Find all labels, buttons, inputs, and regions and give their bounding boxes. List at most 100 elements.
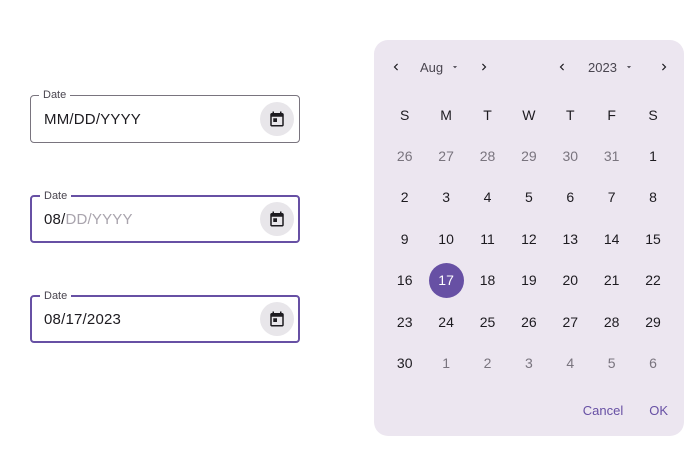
open-calendar-button[interactable]	[260, 202, 294, 236]
day-cell[interactable]: 2	[467, 342, 508, 383]
date-field-placeholder: MM/DD/YYYY	[44, 110, 142, 128]
day-number: 30	[396, 355, 413, 372]
day-cell[interactable]: 29	[632, 301, 673, 342]
day-number: 27	[562, 313, 579, 330]
day-cell[interactable]: 4	[467, 177, 508, 218]
next-year-button[interactable]	[652, 54, 676, 80]
day-cell[interactable]: 28	[591, 301, 632, 342]
day-cell[interactable]: 26	[508, 301, 549, 342]
weekday-header: W	[522, 106, 536, 123]
date-field-filled[interactable]: Date 08/17/2023	[30, 289, 300, 343]
date-field-partial[interactable]: Date 08/DD/YYYY	[30, 189, 300, 243]
day-number: 4	[483, 189, 492, 206]
day-number: 28	[479, 148, 496, 165]
day-cell[interactable]: 6	[550, 177, 591, 218]
month-label: Aug	[420, 59, 444, 75]
day-cell[interactable]: 1	[425, 342, 466, 383]
day-cell[interactable]: 11	[467, 218, 508, 259]
day-cell[interactable]: 12	[508, 218, 549, 259]
day-cell[interactable]: 15	[632, 218, 673, 259]
day-cell[interactable]: 5	[508, 177, 549, 218]
day-number: 29	[645, 313, 661, 330]
day-number: 28	[603, 313, 620, 330]
day-number: 26	[521, 313, 537, 330]
day-cell[interactable]: 27	[425, 135, 466, 176]
day-cell[interactable]: 5	[591, 342, 632, 383]
day-number: 26	[396, 148, 413, 165]
date-field-typed-text: 08/17/2023	[44, 310, 122, 328]
day-cell-selected[interactable]: 17	[425, 260, 466, 301]
day-cell[interactable]: 31	[591, 135, 632, 176]
day-cell[interactable]: 4	[550, 342, 591, 383]
ok-button[interactable]: OK	[647, 399, 670, 422]
day-cell[interactable]: 6	[632, 342, 673, 383]
year-select[interactable]: 2023	[582, 54, 640, 80]
day-number: 24	[438, 313, 454, 330]
prev-year-button[interactable]	[550, 54, 574, 80]
weekday-header: T	[483, 106, 492, 123]
day-number: 20	[562, 272, 579, 289]
day-number: 3	[524, 355, 533, 372]
day-cell[interactable]: 27	[550, 301, 591, 342]
day-cell[interactable]: 14	[591, 218, 632, 259]
day-number: 22	[645, 272, 661, 289]
day-cell[interactable]: 21	[591, 260, 632, 301]
date-field-value[interactable]: 08/DD/YYYY	[44, 197, 133, 241]
day-number: 1	[442, 355, 450, 372]
calendar-icon	[270, 211, 284, 227]
day-number: 1	[649, 148, 657, 165]
calendar-grid: S M T W T F S 26 27 28 29 30 31 1 2 3 4 5 6 7 8 9 10 11 12 13 14 15…	[384, 94, 674, 384]
day-cell[interactable]: 3	[508, 342, 549, 383]
month-select[interactable]: Aug	[414, 54, 466, 80]
day-cell[interactable]: 1	[632, 135, 673, 176]
date-field-value[interactable]: 08/17/2023	[44, 297, 121, 341]
weekday-header: S	[400, 106, 410, 123]
day-cell[interactable]: 16	[384, 260, 425, 301]
day-cell[interactable]: 7	[591, 177, 632, 218]
day-cell[interactable]: 20	[550, 260, 591, 301]
day-number: 30	[562, 148, 579, 165]
day-cell[interactable]: 28	[467, 135, 508, 176]
day-number: 23	[396, 313, 413, 330]
day-number: 9	[400, 230, 409, 247]
open-calendar-button[interactable]	[260, 102, 294, 136]
day-number: 2	[400, 189, 409, 206]
cancel-button[interactable]: Cancel	[581, 399, 625, 422]
day-cell[interactable]: 13	[550, 218, 591, 259]
dialog-actions: Cancel OK	[581, 399, 670, 422]
day-cell[interactable]: 24	[425, 301, 466, 342]
weekday-header: T	[565, 106, 575, 123]
day-cell[interactable]: 22	[632, 260, 673, 301]
day-cell[interactable]: 30	[550, 135, 591, 176]
date-picker-dialog: Aug 2023 S M T W T F S 26 27 28 29 30 31 1 2 3 4 5 6 7 8 9 10 1…	[374, 40, 684, 436]
next-month-button[interactable]	[472, 54, 496, 80]
date-field-empty[interactable]: Date MM/DD/YYYY	[30, 88, 300, 143]
day-number: 12	[521, 230, 537, 247]
day-cell[interactable]: 3	[425, 177, 466, 218]
caret-down-icon	[453, 66, 458, 69]
day-number: 27	[438, 148, 454, 165]
day-cell[interactable]: 10	[425, 218, 466, 259]
open-calendar-button[interactable]	[260, 302, 294, 336]
date-field-typed-text: 08/	[44, 210, 66, 228]
day-number: 6	[566, 189, 575, 206]
day-cell[interactable]: 2	[384, 177, 425, 218]
day-cell[interactable]: 29	[508, 135, 549, 176]
prev-month-button[interactable]	[384, 54, 408, 80]
day-cell[interactable]: 26	[384, 135, 425, 176]
date-field-value[interactable]: MM/DD/YYYY	[44, 96, 141, 142]
day-cell[interactable]: 30	[384, 342, 425, 383]
day-number: 14	[603, 230, 620, 247]
date-field-placeholder: DD/YYYY	[65, 210, 133, 228]
day-cell[interactable]: 25	[467, 301, 508, 342]
chevron-right-icon	[661, 63, 667, 71]
day-number: 17	[428, 262, 464, 298]
day-cell[interactable]: 23	[384, 301, 425, 342]
day-number: 8	[649, 189, 657, 206]
day-cell[interactable]: 18	[467, 260, 508, 301]
day-cell[interactable]: 8	[632, 177, 673, 218]
day-cell[interactable]: 9	[384, 218, 425, 259]
caret-down-icon	[626, 66, 632, 69]
day-number: 25	[479, 313, 496, 330]
day-cell[interactable]: 19	[508, 260, 549, 301]
